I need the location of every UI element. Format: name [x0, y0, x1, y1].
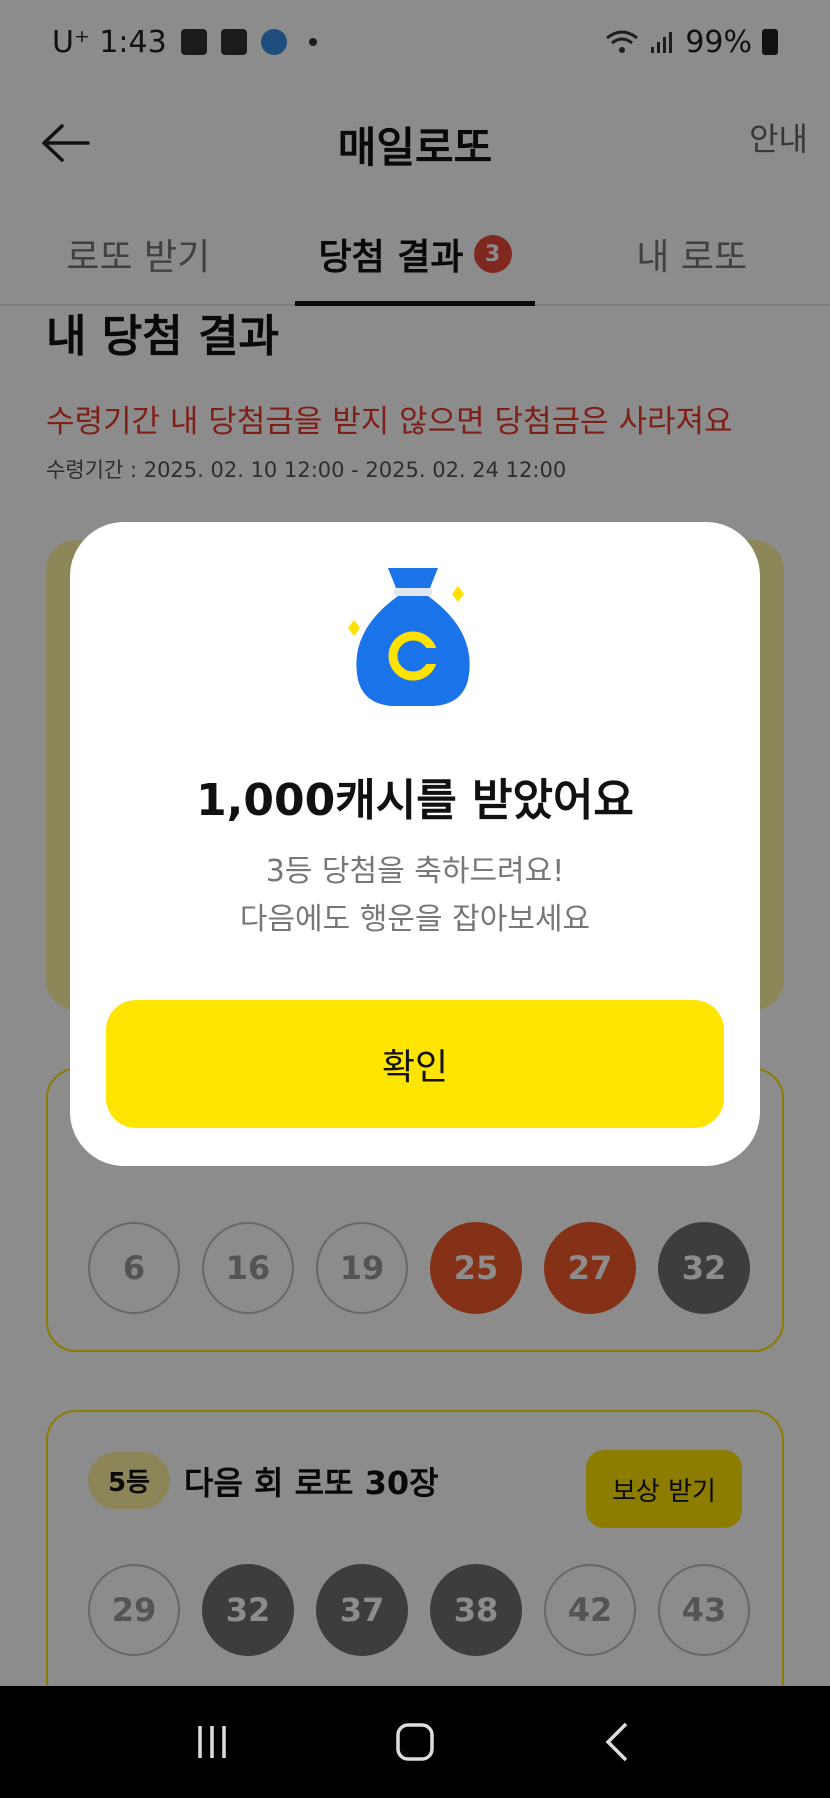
dialog-message-line: 다음에도 행운을 잡아보세요 [239, 902, 591, 937]
dialog-message-line: 3등 당첨을 축하드려요! [265, 854, 565, 889]
money-bag-icon [348, 568, 470, 706]
reward-dialog: 1,000캐시를 받았어요 3등 당첨을 축하드려요! 다음에도 행운을 잡아보… [70, 522, 760, 1166]
confirm-button[interactable]: 확인 [106, 1000, 724, 1128]
back-nav-button[interactable] [578, 1702, 658, 1782]
system-nav-bar [0, 1686, 830, 1798]
dialog-message: 3등 당첨을 축하드려요! 다음에도 행운을 잡아보세요 [70, 848, 760, 944]
chevron-left-icon [605, 1722, 628, 1762]
recent-apps-button[interactable] [172, 1702, 252, 1782]
home-icon [396, 1723, 434, 1761]
recent-apps-icon [197, 1726, 226, 1758]
home-button[interactable] [375, 1702, 455, 1782]
dialog-title: 1,000캐시를 받았어요 [196, 775, 634, 826]
